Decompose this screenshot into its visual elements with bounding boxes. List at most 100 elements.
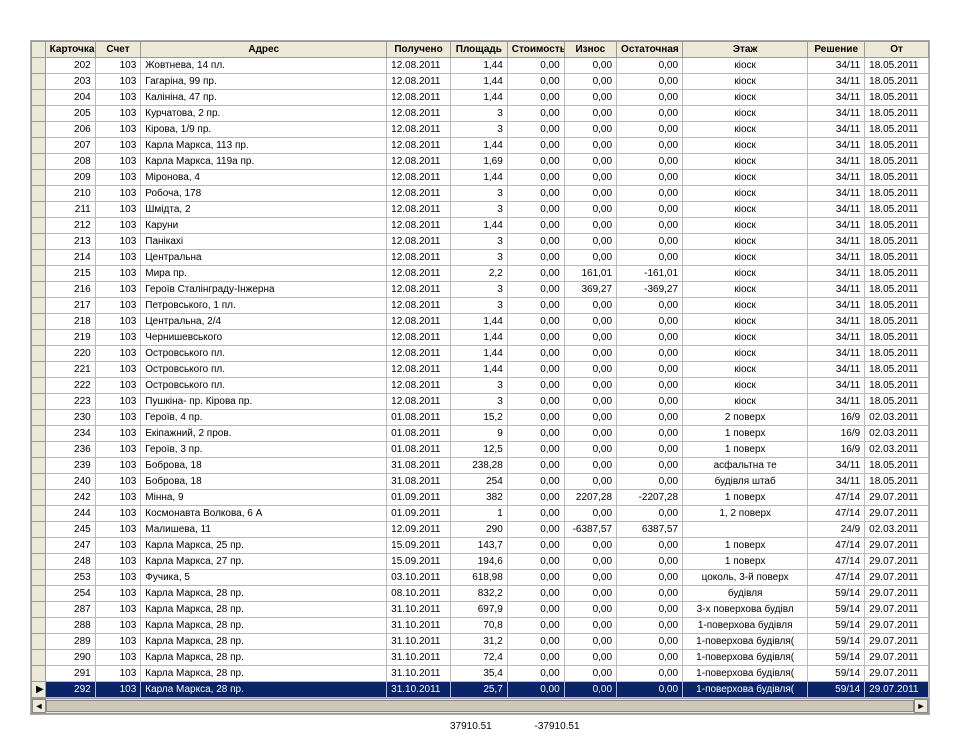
cell-card[interactable]: 215 bbox=[45, 266, 95, 282]
cell-area[interactable]: 70,8 bbox=[450, 618, 507, 634]
table-row[interactable]: 218103Центральна, 2/412.08.20111,440,000… bbox=[32, 314, 929, 330]
cell-cost[interactable]: 0,00 bbox=[507, 458, 564, 474]
cell-decis[interactable]: 34/11 bbox=[808, 298, 865, 314]
cell-card[interactable]: 245 bbox=[45, 522, 95, 538]
cell-area[interactable]: 1,44 bbox=[450, 74, 507, 90]
cell-wear[interactable]: 2207,28 bbox=[564, 490, 616, 506]
cell-card[interactable]: 230 bbox=[45, 410, 95, 426]
cell-cost[interactable]: 0,00 bbox=[507, 298, 564, 314]
cell-cost[interactable]: 0,00 bbox=[507, 666, 564, 682]
table-row[interactable]: 207103Карла Маркса, 113 пр.12.08.20111,4… bbox=[32, 138, 929, 154]
cell-addr[interactable]: Курчатова, 2 пр. bbox=[141, 106, 387, 122]
cell-recv[interactable]: 15.09.2011 bbox=[387, 554, 451, 570]
cell-floor[interactable]: кіоск bbox=[683, 58, 808, 74]
cell-card[interactable]: 216 bbox=[45, 282, 95, 298]
cell-wear[interactable]: 0,00 bbox=[564, 634, 616, 650]
cell-wear[interactable]: 0,00 bbox=[564, 506, 616, 522]
cell-addr[interactable]: Жовтнева, 14 пл. bbox=[141, 58, 387, 74]
cell-resid[interactable]: 0,00 bbox=[617, 650, 683, 666]
column-header-from[interactable]: От bbox=[865, 42, 929, 58]
cell-wear[interactable]: 0,00 bbox=[564, 202, 616, 218]
cell-resid[interactable]: 0,00 bbox=[617, 202, 683, 218]
cell-recv[interactable]: 01.08.2011 bbox=[387, 410, 451, 426]
cell-decis[interactable]: 34/11 bbox=[808, 138, 865, 154]
cell-decis[interactable]: 34/11 bbox=[808, 186, 865, 202]
cell-decis[interactable]: 34/11 bbox=[808, 474, 865, 490]
cell-addr[interactable]: Карла Маркса, 119а пр. bbox=[141, 154, 387, 170]
cell-decis[interactable]: 34/11 bbox=[808, 218, 865, 234]
cell-wear[interactable]: 0,00 bbox=[564, 682, 616, 698]
cell-area[interactable]: 1,44 bbox=[450, 138, 507, 154]
cell-floor[interactable]: кіоск bbox=[683, 330, 808, 346]
cell-addr[interactable]: Петровського, 1 пл. bbox=[141, 298, 387, 314]
cell-decis[interactable]: 16/9 bbox=[808, 426, 865, 442]
cell-acct[interactable]: 103 bbox=[95, 74, 141, 90]
table-row[interactable]: 244103Космонавта Волкова, 6 А01.09.20111… bbox=[32, 506, 929, 522]
cell-wear[interactable]: 0,00 bbox=[564, 186, 616, 202]
cell-addr[interactable]: Пушкіна- пр. Кірова пр. bbox=[141, 394, 387, 410]
table-row[interactable]: 215103Мира пр.12.08.20112,20,00161,01-16… bbox=[32, 266, 929, 282]
cell-card[interactable]: 240 bbox=[45, 474, 95, 490]
cell-card[interactable]: 205 bbox=[45, 106, 95, 122]
cell-floor[interactable]: 3-х поверхова будівл bbox=[683, 602, 808, 618]
cell-area[interactable]: 35,4 bbox=[450, 666, 507, 682]
cell-wear[interactable]: 0,00 bbox=[564, 458, 616, 474]
cell-card[interactable]: 206 bbox=[45, 122, 95, 138]
cell-addr[interactable]: Фучика, 5 bbox=[141, 570, 387, 586]
cell-area[interactable]: 1,44 bbox=[450, 58, 507, 74]
cell-wear[interactable]: 0,00 bbox=[564, 570, 616, 586]
cell-from[interactable]: 18.05.2011 bbox=[865, 186, 929, 202]
cell-recv[interactable]: 12.09.2011 bbox=[387, 522, 451, 538]
cell-card[interactable]: 221 bbox=[45, 362, 95, 378]
cell-resid[interactable]: 0,00 bbox=[617, 346, 683, 362]
cell-area[interactable]: 290 bbox=[450, 522, 507, 538]
cell-decis[interactable]: 34/11 bbox=[808, 58, 865, 74]
cell-floor[interactable]: будівля штаб bbox=[683, 474, 808, 490]
cell-recv[interactable]: 01.09.2011 bbox=[387, 506, 451, 522]
cell-acct[interactable]: 103 bbox=[95, 442, 141, 458]
cell-from[interactable]: 18.05.2011 bbox=[865, 58, 929, 74]
cell-from[interactable]: 18.05.2011 bbox=[865, 74, 929, 90]
cell-card[interactable]: 239 bbox=[45, 458, 95, 474]
cell-decis[interactable]: 34/11 bbox=[808, 330, 865, 346]
cell-decis[interactable]: 34/11 bbox=[808, 234, 865, 250]
cell-wear[interactable]: 0,00 bbox=[564, 314, 616, 330]
table-row[interactable]: 247103Карла Маркса, 25 пр.15.09.2011143,… bbox=[32, 538, 929, 554]
cell-from[interactable]: 29.07.2011 bbox=[865, 506, 929, 522]
cell-resid[interactable]: 0,00 bbox=[617, 378, 683, 394]
cell-cost[interactable]: 0,00 bbox=[507, 490, 564, 506]
cell-resid[interactable]: 0,00 bbox=[617, 586, 683, 602]
cell-addr[interactable]: Героїв, 3 пр. bbox=[141, 442, 387, 458]
cell-addr[interactable]: Карла Маркса, 28 пр. bbox=[141, 666, 387, 682]
cell-decis[interactable]: 47/14 bbox=[808, 554, 865, 570]
cell-cost[interactable]: 0,00 bbox=[507, 410, 564, 426]
cell-recv[interactable]: 12.08.2011 bbox=[387, 202, 451, 218]
cell-decis[interactable]: 16/9 bbox=[808, 410, 865, 426]
table-row[interactable]: 240103Боброва, 1831.08.20112540,000,000,… bbox=[32, 474, 929, 490]
table-row[interactable]: 202103Жовтнева, 14 пл.12.08.20111,440,00… bbox=[32, 58, 929, 74]
cell-wear[interactable]: 0,00 bbox=[564, 378, 616, 394]
table-row[interactable]: 213103Панікахі12.08.201130,000,000,00кіо… bbox=[32, 234, 929, 250]
cell-addr[interactable]: Героїв, 4 пр. bbox=[141, 410, 387, 426]
table-row[interactable]: 217103Петровського, 1 пл.12.08.201130,00… bbox=[32, 298, 929, 314]
cell-addr[interactable]: Мінна, 9 bbox=[141, 490, 387, 506]
cell-recv[interactable]: 31.10.2011 bbox=[387, 634, 451, 650]
table-row[interactable]: 230103Героїв, 4 пр.01.08.201115,20,000,0… bbox=[32, 410, 929, 426]
cell-resid[interactable]: 0,00 bbox=[617, 74, 683, 90]
cell-decis[interactable]: 59/14 bbox=[808, 650, 865, 666]
cell-floor[interactable]: 1-поверхова будівля( bbox=[683, 634, 808, 650]
cell-area[interactable]: 254 bbox=[450, 474, 507, 490]
cell-wear[interactable]: 0,00 bbox=[564, 442, 616, 458]
cell-from[interactable]: 18.05.2011 bbox=[865, 122, 929, 138]
cell-card[interactable]: 220 bbox=[45, 346, 95, 362]
cell-card[interactable]: 203 bbox=[45, 74, 95, 90]
cell-decis[interactable]: 47/14 bbox=[808, 506, 865, 522]
cell-floor[interactable]: кіоск bbox=[683, 106, 808, 122]
table-row[interactable]: 209103Міронова, 412.08.20111,440,000,000… bbox=[32, 170, 929, 186]
cell-from[interactable]: 18.05.2011 bbox=[865, 218, 929, 234]
cell-area[interactable]: 2,2 bbox=[450, 266, 507, 282]
cell-wear[interactable]: 0,00 bbox=[564, 554, 616, 570]
cell-from[interactable]: 18.05.2011 bbox=[865, 474, 929, 490]
cell-addr[interactable]: Панікахі bbox=[141, 234, 387, 250]
table-row[interactable]: 206103Кірова, 1/9 пр.12.08.201130,000,00… bbox=[32, 122, 929, 138]
